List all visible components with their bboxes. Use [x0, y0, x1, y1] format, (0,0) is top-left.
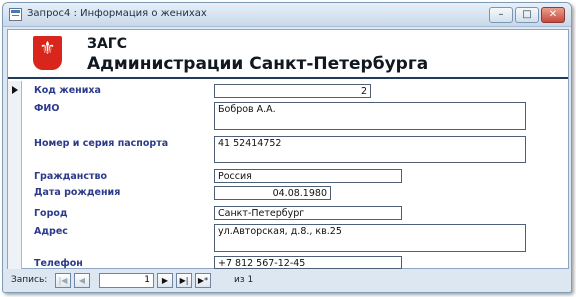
minimize-button[interactable]: –: [489, 7, 513, 23]
current-record-arrow-icon: [12, 86, 18, 94]
form-icon: [9, 8, 22, 21]
passport-field[interactable]: 41 52414752: [214, 136, 526, 163]
form-body: ⚜ ЗАГС Администрации Санкт-Петербурга Ко…: [7, 29, 569, 269]
full-name-field[interactable]: Бобров А.А.: [214, 102, 526, 130]
groom-id-field[interactable]: 2: [214, 84, 371, 98]
label-groom-id: Код жениха: [34, 85, 101, 96]
previous-record-button[interactable]: ◀: [74, 273, 90, 288]
form-header: ⚜ ЗАГС Администрации Санкт-Петербурга: [8, 30, 568, 79]
record-count: из 1: [234, 275, 254, 285]
crest-glyph: ⚜: [39, 38, 56, 59]
close-button[interactable]: ✕: [541, 7, 565, 23]
restore-button[interactable]: □: [515, 7, 539, 23]
current-record-input[interactable]: 1: [99, 273, 154, 288]
coat-of-arms-icon: ⚜: [33, 36, 62, 70]
header-subtitle: Администрации Санкт-Петербурга: [87, 54, 429, 74]
city-field[interactable]: Санкт-Петербург: [214, 206, 402, 220]
record-selector[interactable]: [8, 81, 22, 269]
label-full-name: ФИО: [34, 103, 60, 114]
label-address: Адрес: [34, 226, 68, 237]
label-birth-date: Дата рождения: [34, 187, 121, 198]
nav-record-label: Запись:: [11, 275, 48, 285]
citizenship-field[interactable]: Россия: [214, 169, 402, 183]
new-record-button[interactable]: ▶*: [195, 273, 211, 288]
header-title: ЗАГС: [87, 36, 127, 52]
label-city: Город: [34, 208, 68, 219]
form-window: Запрос4 : Информация о женихах – □ ✕ ⚜ З…: [2, 2, 572, 293]
phone-field[interactable]: +7 812 567-12-45: [214, 256, 402, 269]
birth-date-field[interactable]: 04.08.1980: [214, 186, 331, 200]
next-record-button[interactable]: ▶: [157, 273, 173, 288]
title-bar[interactable]: Запрос4 : Информация о женихах – □ ✕: [3, 3, 571, 27]
label-citizenship: Гражданство: [34, 171, 108, 182]
record-navigation-bar: Запись: |◀ ◀ 1 ▶ ▶| ▶* из 1: [7, 271, 569, 291]
label-passport: Номер и серия паспорта: [34, 138, 169, 149]
first-record-button[interactable]: |◀: [55, 273, 71, 288]
label-phone: Телефон: [34, 258, 83, 269]
window-title: Запрос4 : Информация о женихах: [27, 8, 207, 19]
address-field[interactable]: ул.Авторская, д.8., кв.25: [214, 224, 526, 252]
last-record-button[interactable]: ▶|: [176, 273, 192, 288]
